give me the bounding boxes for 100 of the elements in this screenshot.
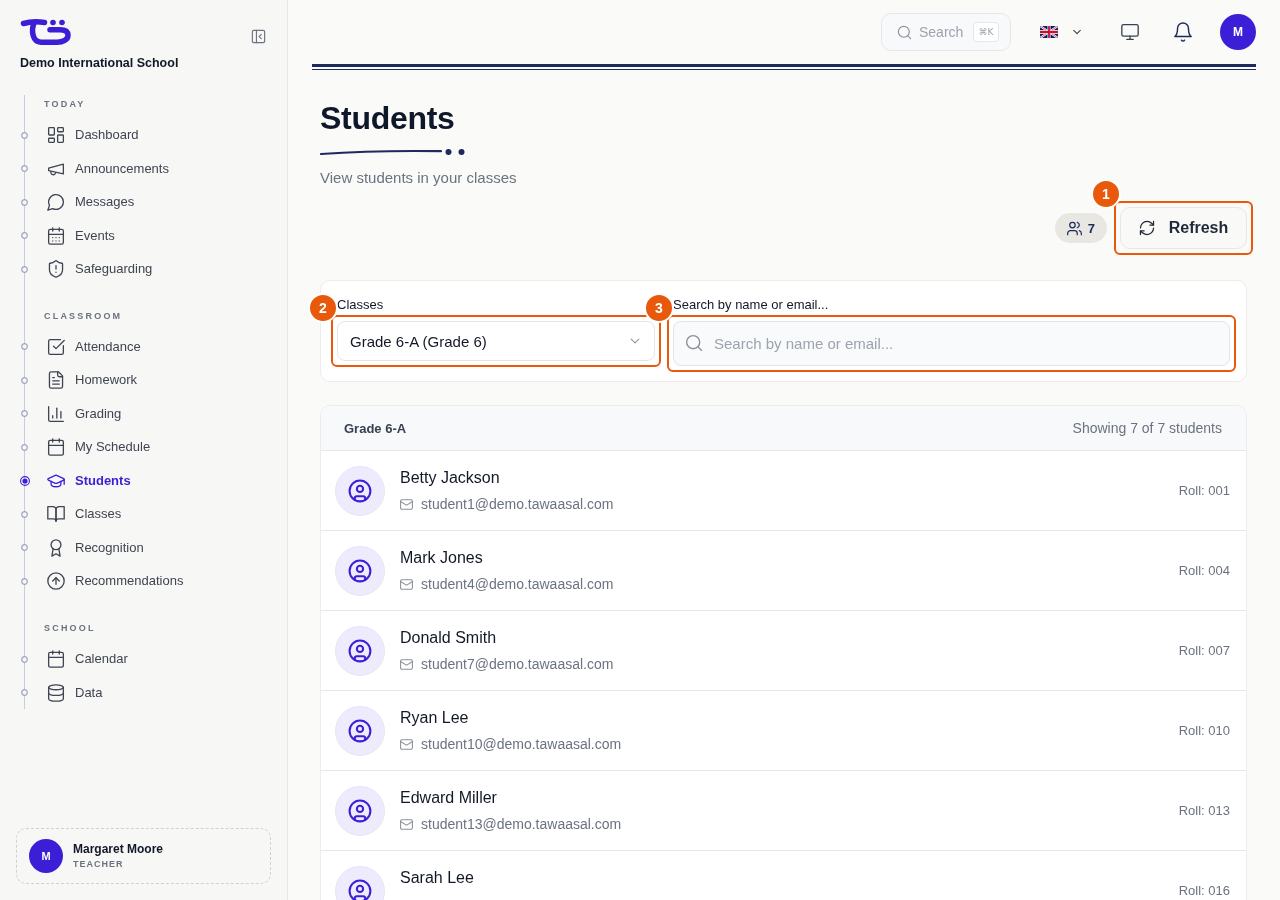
step-badge: 2 bbox=[308, 293, 338, 323]
checkbox-icon bbox=[47, 337, 65, 356]
user-name: Margaret Moore bbox=[73, 842, 164, 856]
timeline-dot-icon bbox=[21, 577, 28, 585]
section-heading: TODAY bbox=[43, 98, 86, 111]
nav-link[interactable]: Recognition bbox=[47, 538, 144, 557]
nav-link[interactable]: Attendance bbox=[47, 337, 141, 356]
timeline-dot-icon bbox=[21, 443, 28, 451]
roll-number: Roll: 004 bbox=[1178, 564, 1230, 577]
logo-icon bbox=[20, 18, 72, 46]
nav-link[interactable]: Calendar bbox=[47, 650, 128, 668]
nav-link[interactable]: Students bbox=[47, 471, 131, 490]
user-card[interactable]: M Margaret Moore TEACHER bbox=[16, 828, 271, 884]
student-avatar-icon bbox=[335, 865, 385, 900]
timeline-dot-icon bbox=[21, 165, 28, 172]
student-name: Betty Jackson bbox=[400, 468, 500, 488]
nav-link[interactable]: Data bbox=[47, 683, 103, 702]
page-title: Students bbox=[320, 99, 455, 138]
timeline-dot-icon bbox=[21, 689, 28, 696]
users-icon bbox=[1066, 220, 1082, 236]
timeline-dot-icon bbox=[19, 475, 30, 486]
nav-link[interactable]: My Schedule bbox=[47, 438, 151, 457]
section-heading: SCHOOL bbox=[43, 622, 96, 635]
timeline-dot-icon bbox=[21, 410, 28, 418]
student-email: student10@demo.tawaasal.com bbox=[421, 735, 622, 753]
user-role: TEACHER bbox=[73, 859, 124, 870]
document-icon bbox=[47, 371, 65, 390]
user-avatar: M bbox=[29, 839, 63, 873]
grid-icon bbox=[47, 126, 65, 144]
mail-icon bbox=[400, 497, 413, 511]
timeline-dot-icon bbox=[21, 376, 28, 384]
calendar-icon bbox=[47, 650, 65, 668]
refresh-icon bbox=[1138, 220, 1155, 236]
student-email: student7@demo.tawaasal.com bbox=[421, 655, 614, 673]
student-name: Mark Jones bbox=[400, 548, 483, 568]
timeline-dot-icon bbox=[21, 655, 28, 663]
roll-number: Roll: 001 bbox=[1178, 484, 1230, 497]
class-name: Grade 6-A bbox=[344, 420, 407, 436]
step-badge: 1 bbox=[1091, 179, 1121, 209]
student-email: student13@demo.tawaasal.com bbox=[421, 815, 622, 833]
mail-icon bbox=[400, 577, 413, 591]
nav-link[interactable]: Messages bbox=[47, 193, 135, 211]
chat-bubble-icon bbox=[47, 193, 65, 211]
student-count: 7 bbox=[1087, 220, 1095, 236]
roll-number: Roll: 016 bbox=[1178, 884, 1230, 897]
student-total: Showing 7 of 7 students bbox=[1072, 420, 1222, 436]
nav-link[interactable]: Safeguarding bbox=[47, 260, 153, 278]
nav-link[interactable]: Dashboard bbox=[47, 126, 139, 144]
title-underline-icon bbox=[320, 148, 465, 157]
student-name: Ryan Lee bbox=[400, 708, 469, 728]
student-avatar-icon bbox=[335, 545, 385, 596]
timeline-dot-icon bbox=[21, 198, 28, 206]
search-icon bbox=[897, 25, 912, 40]
student-avatar-icon bbox=[335, 705, 385, 756]
step-badge: 3 bbox=[644, 293, 674, 323]
panel-collapse-icon bbox=[251, 29, 266, 44]
shortcut-key: ⌘K bbox=[973, 22, 999, 42]
timeline-dot-icon bbox=[21, 544, 28, 552]
database-icon bbox=[47, 683, 65, 702]
student-name: Edward Miller bbox=[400, 788, 497, 808]
student-search-field[interactable]: Search by name or email... bbox=[673, 321, 1230, 366]
user-avatar-button[interactable]: M bbox=[1220, 14, 1256, 50]
student-email: student1@demo.tawaasal.com bbox=[421, 495, 614, 513]
timeline-dot-icon bbox=[21, 510, 28, 518]
nav-link[interactable]: Classes bbox=[47, 505, 122, 524]
display-button[interactable] bbox=[1121, 23, 1139, 41]
student-avatar-icon bbox=[335, 785, 385, 836]
timeline-dot-icon bbox=[21, 131, 28, 139]
award-icon bbox=[47, 538, 65, 557]
book-icon bbox=[47, 505, 65, 524]
student-avatar-icon bbox=[335, 465, 385, 516]
calendar-icon bbox=[47, 226, 65, 245]
nav-link[interactable]: Events bbox=[47, 226, 115, 245]
nav-link[interactable]: Homework bbox=[47, 371, 138, 390]
flag-icon bbox=[1040, 26, 1058, 38]
bell-icon bbox=[1173, 22, 1193, 42]
timeline-dot-icon bbox=[21, 343, 28, 351]
notifications-button[interactable] bbox=[1173, 22, 1193, 42]
calendar-icon bbox=[47, 438, 65, 457]
page-subtitle: View students in your classes bbox=[320, 168, 517, 188]
student-avatar-icon bbox=[335, 625, 385, 676]
refresh-button[interactable]: Refresh bbox=[1120, 207, 1247, 249]
collapse-sidebar-button[interactable] bbox=[251, 29, 266, 44]
section-heading: CLASSROOM bbox=[43, 309, 123, 323]
nav-link[interactable]: Grading bbox=[47, 404, 122, 423]
nav-link[interactable]: Announcements bbox=[47, 159, 169, 178]
roll-number: Roll: 007 bbox=[1178, 644, 1230, 657]
mail-icon bbox=[400, 817, 413, 831]
language-button[interactable] bbox=[1040, 26, 1083, 38]
field-label: Classes bbox=[337, 297, 384, 313]
timeline-dot-icon bbox=[21, 265, 28, 273]
mail-icon bbox=[400, 657, 413, 671]
nav-link[interactable]: Recommendations bbox=[47, 572, 184, 591]
student-name: Sarah Lee bbox=[400, 868, 474, 888]
search-icon bbox=[685, 334, 703, 352]
class-select[interactable]: Grade 6-A (Grade 6) bbox=[337, 321, 655, 361]
timeline-dot-icon bbox=[21, 232, 28, 239]
bar-chart-icon bbox=[47, 404, 65, 423]
school-name: Demo International School bbox=[20, 56, 179, 70]
student-name: Donald Smith bbox=[400, 628, 497, 648]
